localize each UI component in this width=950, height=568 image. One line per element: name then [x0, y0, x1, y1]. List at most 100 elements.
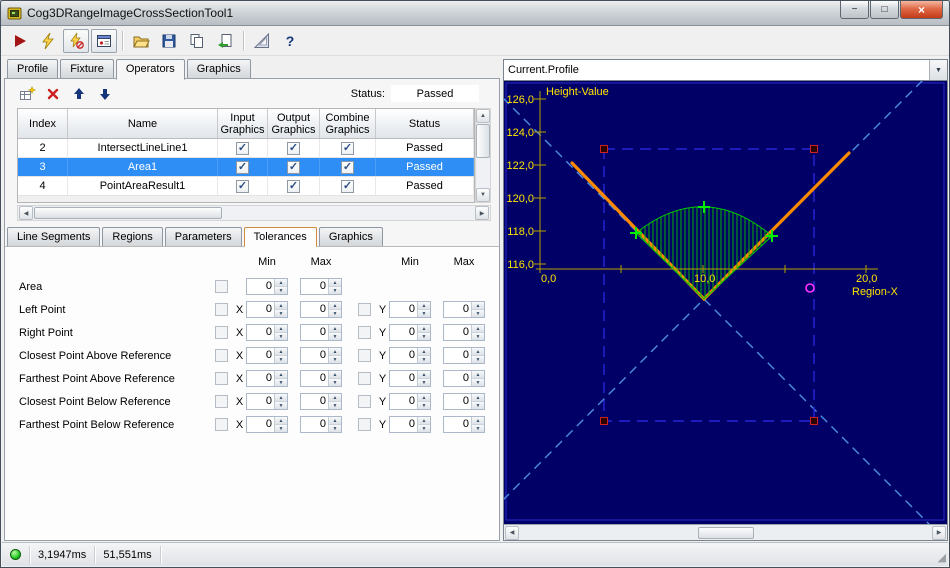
y-enable-checkbox[interactable] — [358, 303, 371, 316]
maximize-button[interactable]: □ — [870, 1, 899, 19]
electric-toggle-button[interactable] — [63, 28, 89, 53]
column-header-name[interactable]: Name — [68, 109, 218, 138]
x-max-spinner[interactable]: 0 — [300, 370, 342, 387]
y-max-spinner[interactable]: 0 — [443, 324, 485, 341]
scroll-up-button[interactable] — [476, 109, 490, 123]
chevron-down-icon[interactable] — [929, 60, 947, 80]
rotation-handle[interactable] — [805, 283, 815, 293]
x-max-spinner[interactable]: 0 — [300, 347, 342, 364]
y-enable-checkbox[interactable] — [358, 395, 371, 408]
profile-selector[interactable]: Current.Profile — [504, 60, 947, 81]
table-horizontal-scrollbar[interactable] — [17, 205, 491, 221]
tab-parameters[interactable]: Parameters — [164, 227, 242, 246]
x-min-spinner[interactable]: 0 — [246, 416, 288, 433]
tab-fixture[interactable]: Fixture — [60, 59, 114, 79]
area-enable-checkbox[interactable] — [215, 280, 228, 293]
y-enable-checkbox[interactable] — [358, 326, 371, 339]
x-enable-checkbox[interactable] — [215, 395, 228, 408]
region-handle[interactable] — [810, 145, 818, 153]
column-header-status[interactable]: Status — [376, 109, 474, 138]
y-max-spinner[interactable]: 0 — [443, 393, 485, 410]
combine-graphics-checkbox[interactable] — [341, 160, 354, 174]
import-button[interactable] — [212, 29, 238, 53]
y-max-spinner[interactable]: 0 — [443, 347, 485, 364]
minimize-button[interactable]: − — [840, 1, 869, 19]
run-button[interactable] — [7, 29, 33, 53]
y-enable-checkbox[interactable] — [358, 372, 371, 385]
x-enable-checkbox[interactable] — [215, 326, 228, 339]
x-max-spinner[interactable]: 0 — [300, 416, 342, 433]
area-min-spinner[interactable]: 0 — [246, 278, 288, 295]
scroll-thumb[interactable] — [697, 526, 754, 539]
operator-row-selected[interactable]: 3 Area1 Passed — [18, 158, 474, 177]
electric-run-button[interactable] — [35, 29, 61, 53]
column-header-index[interactable]: Index — [18, 109, 68, 138]
plot-horizontal-scrollbar[interactable] — [504, 524, 947, 540]
y-max-spinner[interactable]: 0 — [443, 301, 485, 318]
tab-operators[interactable]: Operators — [115, 59, 185, 80]
titlebar[interactable]: Cog3DRangeImageCrossSectionTool1 − □ × — [1, 1, 949, 26]
y-min-spinner[interactable]: 0 — [389, 347, 431, 364]
x-enable-checkbox[interactable] — [215, 349, 228, 362]
column-header-input-graphics[interactable]: Input Graphics — [218, 109, 268, 138]
move-down-button[interactable] — [95, 84, 115, 104]
x-enable-checkbox[interactable] — [215, 303, 228, 316]
y-min-spinner[interactable]: 0 — [389, 370, 431, 387]
input-graphics-checkbox[interactable] — [236, 141, 249, 155]
close-button[interactable]: × — [900, 1, 943, 19]
y-min-spinner[interactable]: 0 — [389, 324, 431, 341]
x-enable-checkbox[interactable] — [215, 372, 228, 385]
profile-plot[interactable]: Height-Value 126,0 124,0 122,0 120,0 118… — [504, 81, 947, 524]
help-button[interactable]: ? — [277, 29, 303, 53]
y-max-spinner[interactable]: 0 — [443, 370, 485, 387]
move-up-button[interactable] — [69, 84, 89, 104]
y-min-spinner[interactable]: 0 — [389, 301, 431, 318]
tab-line-segments[interactable]: Line Segments — [7, 227, 101, 246]
combine-graphics-checkbox[interactable] — [341, 179, 354, 193]
y-enable-checkbox[interactable] — [358, 418, 371, 431]
output-graphics-checkbox[interactable] — [287, 160, 300, 174]
x-max-spinner[interactable]: 0 — [300, 301, 342, 318]
save-button[interactable] — [156, 29, 182, 53]
delete-operator-button[interactable] — [43, 84, 63, 104]
output-graphics-checkbox[interactable] — [287, 141, 300, 155]
column-header-combine-graphics[interactable]: Combine Graphics — [320, 109, 376, 138]
scroll-thumb[interactable] — [34, 207, 222, 219]
profile-chart[interactable]: Height-Value 126,0 124,0 122,0 120,0 118… — [504, 81, 947, 524]
scroll-left-button[interactable] — [19, 206, 33, 220]
copy-button[interactable] — [184, 29, 210, 53]
scroll-right-button[interactable] — [475, 206, 489, 220]
add-operator-button[interactable] — [17, 84, 37, 104]
input-graphics-checkbox[interactable] — [236, 179, 249, 193]
x-min-spinner[interactable]: 0 — [246, 393, 288, 410]
operator-row[interactable]: 2 IntersectLineLine1 Passed — [18, 139, 474, 158]
scroll-right-button[interactable] — [932, 525, 946, 540]
x-enable-checkbox[interactable] — [215, 418, 228, 431]
combine-graphics-checkbox[interactable] — [341, 141, 354, 155]
tab-regions[interactable]: Regions — [102, 227, 163, 246]
output-graphics-checkbox[interactable] — [287, 179, 300, 193]
scroll-thumb[interactable] — [476, 124, 490, 158]
scroll-left-button[interactable] — [505, 525, 519, 540]
region-handle[interactable] — [600, 145, 608, 153]
x-min-spinner[interactable]: 0 — [246, 370, 288, 387]
region-handle[interactable] — [810, 417, 818, 425]
x-min-spinner[interactable]: 0 — [246, 324, 288, 341]
column-header-output-graphics[interactable]: Output Graphics — [268, 109, 320, 138]
y-min-spinner[interactable]: 0 — [389, 416, 431, 433]
scroll-down-button[interactable] — [476, 188, 490, 202]
y-min-spinner[interactable]: 0 — [389, 393, 431, 410]
open-button[interactable] — [128, 29, 154, 53]
tab-graphics-sub[interactable]: Graphics — [318, 227, 383, 246]
tab-tolerances[interactable]: Tolerances — [243, 227, 317, 247]
x-min-spinner[interactable]: 0 — [246, 347, 288, 364]
measure-button[interactable] — [249, 29, 275, 53]
results-window-button[interactable] — [91, 28, 117, 53]
operator-row[interactable]: 4 PointAreaResult1 Passed — [18, 177, 474, 196]
y-max-spinner[interactable]: 0 — [443, 416, 485, 433]
x-min-spinner[interactable]: 0 — [246, 301, 288, 318]
input-graphics-checkbox[interactable] — [236, 160, 249, 174]
x-max-spinner[interactable]: 0 — [300, 324, 342, 341]
tab-profile[interactable]: Profile — [7, 59, 59, 79]
y-enable-checkbox[interactable] — [358, 349, 371, 362]
